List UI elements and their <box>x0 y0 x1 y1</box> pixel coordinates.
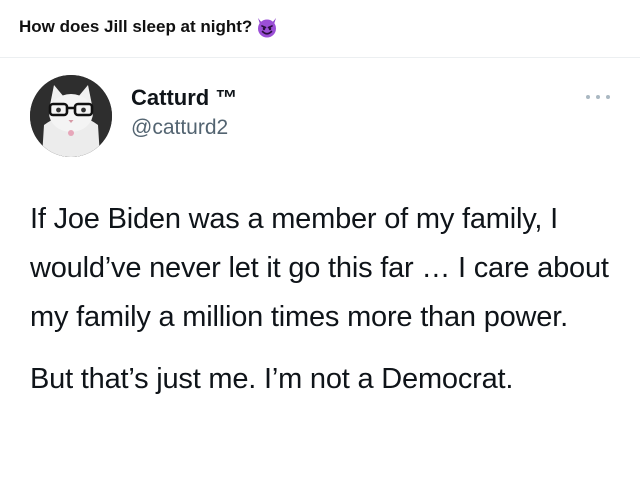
more-dot <box>596 95 600 99</box>
tweet-card: Catturd ™ @catturd2 If Joe Biden was a m… <box>0 57 640 477</box>
smiling-face-with-horns-icon <box>255 15 279 39</box>
more-dot <box>586 95 590 99</box>
tweet-paragraph: If Joe Biden was a member of my family, … <box>30 203 609 333</box>
caption-text: How does Jill sleep at night? <box>19 17 253 36</box>
more-dot <box>606 95 610 99</box>
avatar[interactable] <box>30 75 112 157</box>
tweet-paragraph: But that’s just me. I’m not a Democrat. <box>30 363 514 395</box>
more-options-icon[interactable] <box>586 92 610 102</box>
user-handle[interactable]: @catturd2 <box>131 116 228 140</box>
tweet-text: If Joe Biden was a member of my family, … <box>30 195 620 404</box>
post-caption: How does Jill sleep at night? <box>19 13 279 41</box>
display-name[interactable]: Catturd ™ <box>131 85 237 111</box>
cat-with-glasses-avatar <box>30 75 112 157</box>
